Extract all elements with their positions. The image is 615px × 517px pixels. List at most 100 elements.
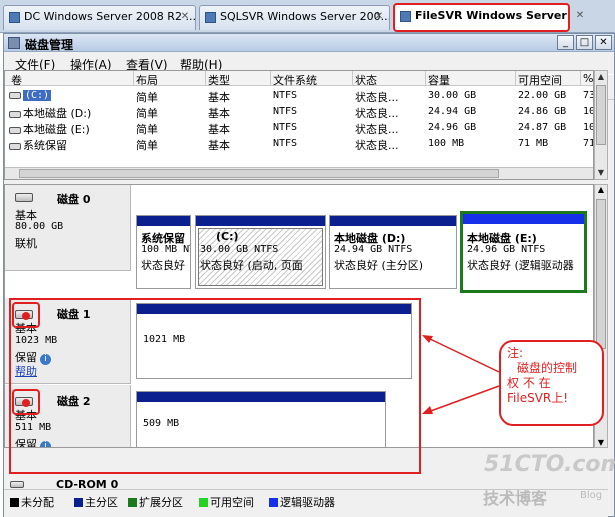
vm-icon bbox=[400, 11, 411, 22]
column-header-capacity[interactable]: 容量 bbox=[428, 72, 450, 88]
close-icon[interactable]: ✕ bbox=[574, 10, 586, 22]
volume-list: 卷 布局 类型 文件系统 状态 容量 可用空间 % (C:) 简单 基本 NTF… bbox=[4, 70, 594, 180]
tab-filesvr[interactable]: FileSVR Windows Server ... bbox=[393, 3, 570, 32]
cell-free-space: 71 MB bbox=[518, 138, 549, 149]
legend-extended: 扩展分区 bbox=[128, 494, 183, 510]
volume-name: 本地磁盘 (E:) bbox=[9, 121, 90, 137]
window-title: 磁盘管理 bbox=[25, 38, 74, 52]
annotation-icon-highlight bbox=[12, 302, 40, 328]
column-header-percent[interactable]: % bbox=[583, 72, 593, 85]
disk-0-header[interactable]: 磁盘 0 基本 80.00 GB 联机 bbox=[5, 185, 131, 271]
tab-label: SQLSVR Windows Server 200... bbox=[220, 10, 390, 23]
tab-dc[interactable]: DC Windows Server 2008 R2 ... ✕ bbox=[3, 5, 196, 30]
legend-logical-drive: 逻辑驱动器 bbox=[269, 494, 335, 510]
logical-drive-bar bbox=[463, 214, 584, 224]
cell-type: 基本 bbox=[208, 107, 230, 120]
scroll-thumb[interactable] bbox=[19, 169, 499, 178]
scroll-up-icon[interactable]: ▲ bbox=[595, 71, 607, 83]
primary-partition-bar bbox=[196, 216, 325, 226]
browser-tab-bar: DC Windows Server 2008 R2 ... ✕ SQLSVR W… bbox=[0, 0, 615, 33]
primary-partition-bar bbox=[137, 216, 190, 226]
cell-free-space: 24.87 GB bbox=[518, 122, 567, 133]
volume-icon bbox=[9, 110, 21, 118]
cell-capacity: 100 MB bbox=[428, 138, 465, 149]
disk-management-icon bbox=[8, 37, 20, 49]
vm-icon bbox=[205, 12, 216, 23]
partition-status: 状态良好 bbox=[141, 259, 185, 272]
volume-name: (C:) bbox=[9, 90, 52, 101]
volume-list-scrollbar[interactable]: ▲ ▼ bbox=[594, 70, 608, 180]
partition-status: 状态良好 (逻辑驱动器 bbox=[467, 259, 574, 272]
scroll-thumb[interactable] bbox=[596, 199, 606, 349]
scroll-up-icon[interactable]: ▲ bbox=[595, 185, 607, 194]
volume-icon bbox=[9, 126, 21, 134]
cell-status: 状态良... bbox=[355, 107, 399, 120]
column-header-filesystem[interactable]: 文件系统 bbox=[273, 72, 317, 88]
scroll-down-icon[interactable]: ▼ bbox=[595, 167, 607, 179]
cell-filesystem: NTFS bbox=[273, 90, 298, 101]
volume-icon bbox=[9, 91, 21, 99]
annotation-icon-highlight bbox=[12, 389, 40, 415]
legend-swatch bbox=[128, 498, 137, 507]
volume-icon bbox=[9, 142, 21, 150]
annotation-highlight-box bbox=[9, 298, 421, 474]
column-header-free-space[interactable]: 可用空间 bbox=[518, 72, 562, 88]
column-header-volume[interactable]: 卷 bbox=[11, 72, 22, 88]
title-bar: 磁盘管理 _ □ ✕ bbox=[4, 34, 614, 52]
cell-status: 状态良... bbox=[355, 139, 399, 152]
scroll-down-icon[interactable]: ▼ bbox=[595, 438, 607, 447]
table-row[interactable]: 本地磁盘 (D:) 简单 基本 NTFS 状态良... 24.94 GB 24.… bbox=[5, 104, 593, 120]
column-header-status[interactable]: 状态 bbox=[355, 72, 377, 88]
cdrom-icon bbox=[10, 481, 24, 488]
minimize-button[interactable]: _ bbox=[557, 35, 574, 50]
close-button[interactable]: ✕ bbox=[595, 35, 612, 50]
hard-disk-icon bbox=[15, 193, 33, 202]
disk-size: 80.00 GB bbox=[15, 221, 64, 232]
partition-d[interactable]: 本地磁盘 (D:) 24.94 GB NTFS 状态良好 (主分区) bbox=[329, 215, 457, 289]
cell-layout: 简单 bbox=[136, 139, 158, 152]
legend-primary: 主分区 bbox=[74, 494, 118, 510]
column-header-layout[interactable]: 布局 bbox=[136, 72, 158, 88]
table-row[interactable]: (C:) 简单 基本 NTFS 状态良... 30.00 GB 22.00 GB… bbox=[5, 88, 593, 104]
cell-free-space: 24.86 GB bbox=[518, 106, 567, 117]
maximize-button[interactable]: □ bbox=[576, 35, 593, 50]
legend-free-space: 可用空间 bbox=[199, 494, 254, 510]
callout-line: FileSVR上! bbox=[507, 391, 569, 405]
callout-line: 权 不 在 bbox=[507, 376, 551, 390]
partition-size: 30.00 GB NTFS bbox=[200, 244, 279, 255]
close-icon[interactable]: ✕ bbox=[373, 11, 385, 23]
cell-percent: 71 bbox=[583, 138, 594, 149]
horizontal-scrollbar[interactable] bbox=[5, 167, 593, 179]
close-icon[interactable]: ✕ bbox=[179, 11, 191, 23]
partition-size: 24.94 GB NTFS bbox=[334, 244, 413, 255]
cell-status: 状态良... bbox=[355, 123, 399, 136]
cell-percent: 73 bbox=[583, 90, 594, 101]
cell-percent: 10 bbox=[583, 106, 594, 117]
cell-filesystem: NTFS bbox=[273, 122, 298, 133]
callout-line: 注: bbox=[507, 346, 524, 360]
callout-line: 磁盘的控制 bbox=[517, 361, 578, 375]
cell-capacity: 24.96 GB bbox=[428, 122, 477, 133]
scroll-thumb[interactable] bbox=[596, 85, 606, 145]
cell-type: 基本 bbox=[208, 139, 230, 152]
tab-sqlsvr[interactable]: SQLSVR Windows Server 200... ✕ bbox=[199, 5, 390, 30]
disk-name: 磁盘 0 bbox=[57, 193, 91, 206]
cell-status: 状态良... bbox=[355, 91, 399, 104]
legend-swatch bbox=[269, 498, 278, 507]
column-header-type[interactable]: 类型 bbox=[208, 72, 230, 88]
partition-e[interactable]: 本地磁盘 (E:) 24.96 GB NTFS 状态良好 (逻辑驱动器 bbox=[460, 211, 587, 293]
volume-name: 本地磁盘 (D:) bbox=[9, 105, 91, 121]
watermark-blog: Blog bbox=[580, 490, 603, 501]
watermark-sub: 技术博客 bbox=[483, 489, 548, 508]
tab-label: DC Windows Server 2008 R2 ... bbox=[24, 10, 196, 23]
partition-status: 状态良好 (主分区) bbox=[334, 259, 424, 272]
partition-status: 状态良好 (启动, 页面 bbox=[200, 259, 303, 272]
table-row[interactable]: 系统保留 简单 基本 NTFS 状态良... 100 MB 71 MB 71 bbox=[5, 136, 593, 152]
table-row[interactable]: 本地磁盘 (E:) 简单 基本 NTFS 状态良... 24.96 GB 24.… bbox=[5, 120, 593, 136]
legend-swatch bbox=[10, 498, 19, 507]
partition-c[interactable]: (C:) 30.00 GB NTFS 状态良好 (启动, 页面 bbox=[195, 215, 326, 289]
partition-system-reserved[interactable]: 系统保留 100 MB NTFS 状态良好 bbox=[136, 215, 191, 289]
legend-swatch bbox=[199, 498, 208, 507]
partition-size: 24.96 GB NTFS bbox=[467, 244, 546, 255]
vm-icon bbox=[9, 12, 20, 23]
